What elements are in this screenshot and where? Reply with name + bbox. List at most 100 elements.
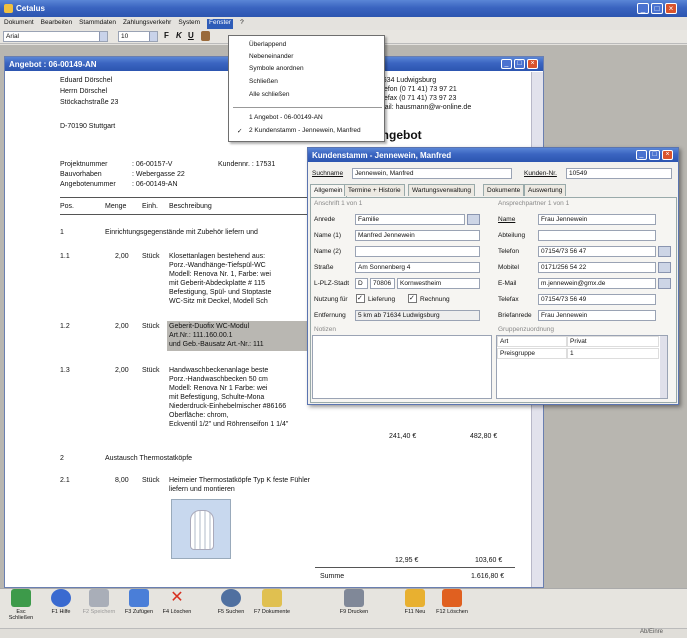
search-button[interactable]: F5 Suchen [214, 589, 248, 615]
row-pos: 2 [60, 455, 64, 462]
stadt-field[interactable]: Kornwestheim [397, 278, 480, 289]
email-field[interactable]: m.jennewein@gmx.de [538, 278, 656, 289]
mail-icon[interactable] [658, 278, 671, 289]
size-select[interactable]: 10 [118, 31, 158, 42]
close-icon[interactable]: × [662, 150, 673, 160]
fenster-menu: Überlappend Nebeneinander Symbole anordn… [228, 35, 385, 142]
notizen-field[interactable] [312, 335, 492, 399]
address-line: Stöckachstraße 23 [60, 99, 119, 106]
address-line: Herrn Dörschel [60, 88, 108, 95]
row-menge: 2,00 [115, 323, 129, 330]
documents-button[interactable]: F7 Dokumente [252, 589, 292, 615]
row-line: und Geb.-Bausatz Art.-Nr.: 111 [169, 341, 264, 348]
lieferung-label: Lieferung [368, 296, 396, 303]
menu-item-alle-schliessen[interactable]: Alle schließen [249, 91, 289, 98]
name-field[interactable]: Frau Jennewein [538, 214, 656, 225]
row-einh: Stück [142, 367, 160, 374]
phone-icon[interactable] [658, 246, 671, 257]
anrede-field[interactable]: Familie [355, 214, 465, 225]
mobitel-field[interactable]: 0171/256 54 22 [538, 262, 656, 273]
strasse-label: Straße [314, 264, 334, 271]
menu-item-window-1[interactable]: 1 Angebot - 06-00149-AN [249, 114, 323, 121]
save-button[interactable]: F2 Speichern [82, 589, 116, 615]
lookup-button[interactable] [467, 214, 480, 225]
anrede-label: Anrede [314, 216, 335, 223]
kundennr: Kundennr. : 17531 [218, 161, 276, 168]
menu-system[interactable]: System [178, 19, 200, 29]
row-line: liefern und montieren [169, 486, 235, 493]
land-field[interactable]: D [355, 278, 368, 289]
restore-icon[interactable]: □ [651, 3, 663, 14]
tab-dokumente[interactable]: Dokumente [483, 184, 525, 196]
sender-line: Telefax (0 71 41) 73 97 23 [375, 95, 457, 102]
tab-wartung[interactable]: Wartungsverwaltung [408, 184, 476, 196]
menu-zahlungsverkehr[interactable]: Zahlungsverkehr [123, 19, 171, 29]
briefanrede-field[interactable]: Frau Jennewein [538, 310, 656, 321]
menu-bearbeiten[interactable]: Bearbeiten [41, 19, 72, 29]
row-line: Modell: Renova Nr 1 Farbe: wei [169, 385, 268, 392]
esc-button[interactable]: Esc Schließen [4, 589, 38, 621]
row-line: Handwaschbeckenanlage beste [169, 367, 269, 374]
menu-item-window-2[interactable]: 2 Kundenstamm - Jennewein, Manfred [249, 127, 361, 134]
status-bar [0, 628, 687, 638]
new-button[interactable]: F11 Neu [400, 589, 430, 615]
minimize-icon[interactable]: _ [636, 150, 647, 160]
restore-icon[interactable]: □ [649, 150, 660, 160]
clear-button[interactable]: F12 Löschen [432, 589, 472, 615]
kundennr-label: Kunden-Nr. [524, 170, 557, 177]
tab-termine[interactable]: Termine + Historie [344, 184, 405, 196]
help-button[interactable]: F1 Hilfe [46, 589, 76, 615]
col-beschreibung: Beschreibung [169, 203, 212, 210]
menu-fenster[interactable]: Fenster [207, 19, 234, 29]
row-pos: 1.2 [60, 323, 70, 330]
underline-button[interactable]: U [188, 31, 194, 40]
strasse-field[interactable]: Am Sonnenberg 4 [355, 262, 480, 273]
menu-stammdaten[interactable]: Stammdaten [79, 19, 116, 29]
telefax-field[interactable]: 07154/73 56 49 [538, 294, 656, 305]
tab-auswertung[interactable]: Auswertung [524, 184, 567, 196]
menu-item-symbole[interactable]: Symbole anordnen [249, 65, 304, 72]
menu-item-schliessen[interactable]: Schließen [249, 78, 278, 85]
delete-button[interactable]: ✕ F4 Löschen [160, 589, 194, 615]
font-select[interactable]: Arial [3, 31, 108, 42]
col-pos: Pos. [60, 203, 75, 210]
grid-value[interactable]: 1 [567, 348, 659, 359]
rechnung-checkbox[interactable]: ✓ [408, 294, 417, 303]
briefanrede-label: Briefanrede [498, 312, 532, 319]
minimize-icon[interactable]: _ [637, 3, 649, 14]
menu-dokument[interactable]: Dokument [4, 19, 34, 29]
grid-key: Preisgruppe [497, 348, 567, 359]
add-button[interactable]: F3 Zufügen [122, 589, 156, 615]
tab-allgemein[interactable]: Allgemein [310, 184, 347, 197]
kundennr-field[interactable]: 10549 [566, 168, 672, 179]
row-gp: 103,60 € [475, 557, 503, 564]
phone-icon[interactable] [658, 262, 671, 273]
row-pos: 2.1 [60, 477, 70, 484]
app-title: Cetalus [16, 4, 45, 13]
entfernung-field: 5 km ab 71634 Ludwigsburg [355, 310, 480, 321]
meta-label: Bauvorhaben [60, 171, 102, 178]
close-icon[interactable]: × [665, 3, 677, 14]
name2-field[interactable] [355, 246, 480, 257]
plz-field[interactable]: 70806 [370, 278, 395, 289]
name2-label: Name (2) [314, 248, 342, 255]
menu-bar: Dokument Bearbeiten Stammdaten Zahlungsv… [4, 19, 251, 29]
abteilung-field[interactable] [538, 230, 656, 241]
telefon-field[interactable]: 07154/73 56 47 [538, 246, 656, 257]
notizen-label: Notizen [314, 326, 337, 333]
print-button[interactable]: F9 Drucken [334, 589, 374, 615]
row-text: Einrichtungsgegenstände mit Zubehör lief… [105, 229, 258, 236]
grid-value[interactable]: Privat [567, 336, 659, 347]
menu-item-ueberlappend[interactable]: Überlappend [249, 41, 286, 48]
italic-button[interactable]: K [176, 31, 182, 40]
grid-scrollbar[interactable] [660, 336, 667, 398]
lieferung-checkbox[interactable]: ✓ [356, 294, 365, 303]
name1-field[interactable]: Manfred Jennewein [355, 230, 480, 241]
menu-item-nebeneinander[interactable]: Nebeneinander [249, 53, 293, 60]
menu-help[interactable]: ? [240, 19, 244, 29]
meta-value: : 06-00149-AN [132, 181, 178, 188]
paint-icon[interactable] [201, 31, 210, 41]
suchname-field[interactable]: Jennewein, Manfred [352, 168, 512, 179]
next-icon [405, 589, 425, 607]
bold-button[interactable]: F [164, 31, 169, 40]
